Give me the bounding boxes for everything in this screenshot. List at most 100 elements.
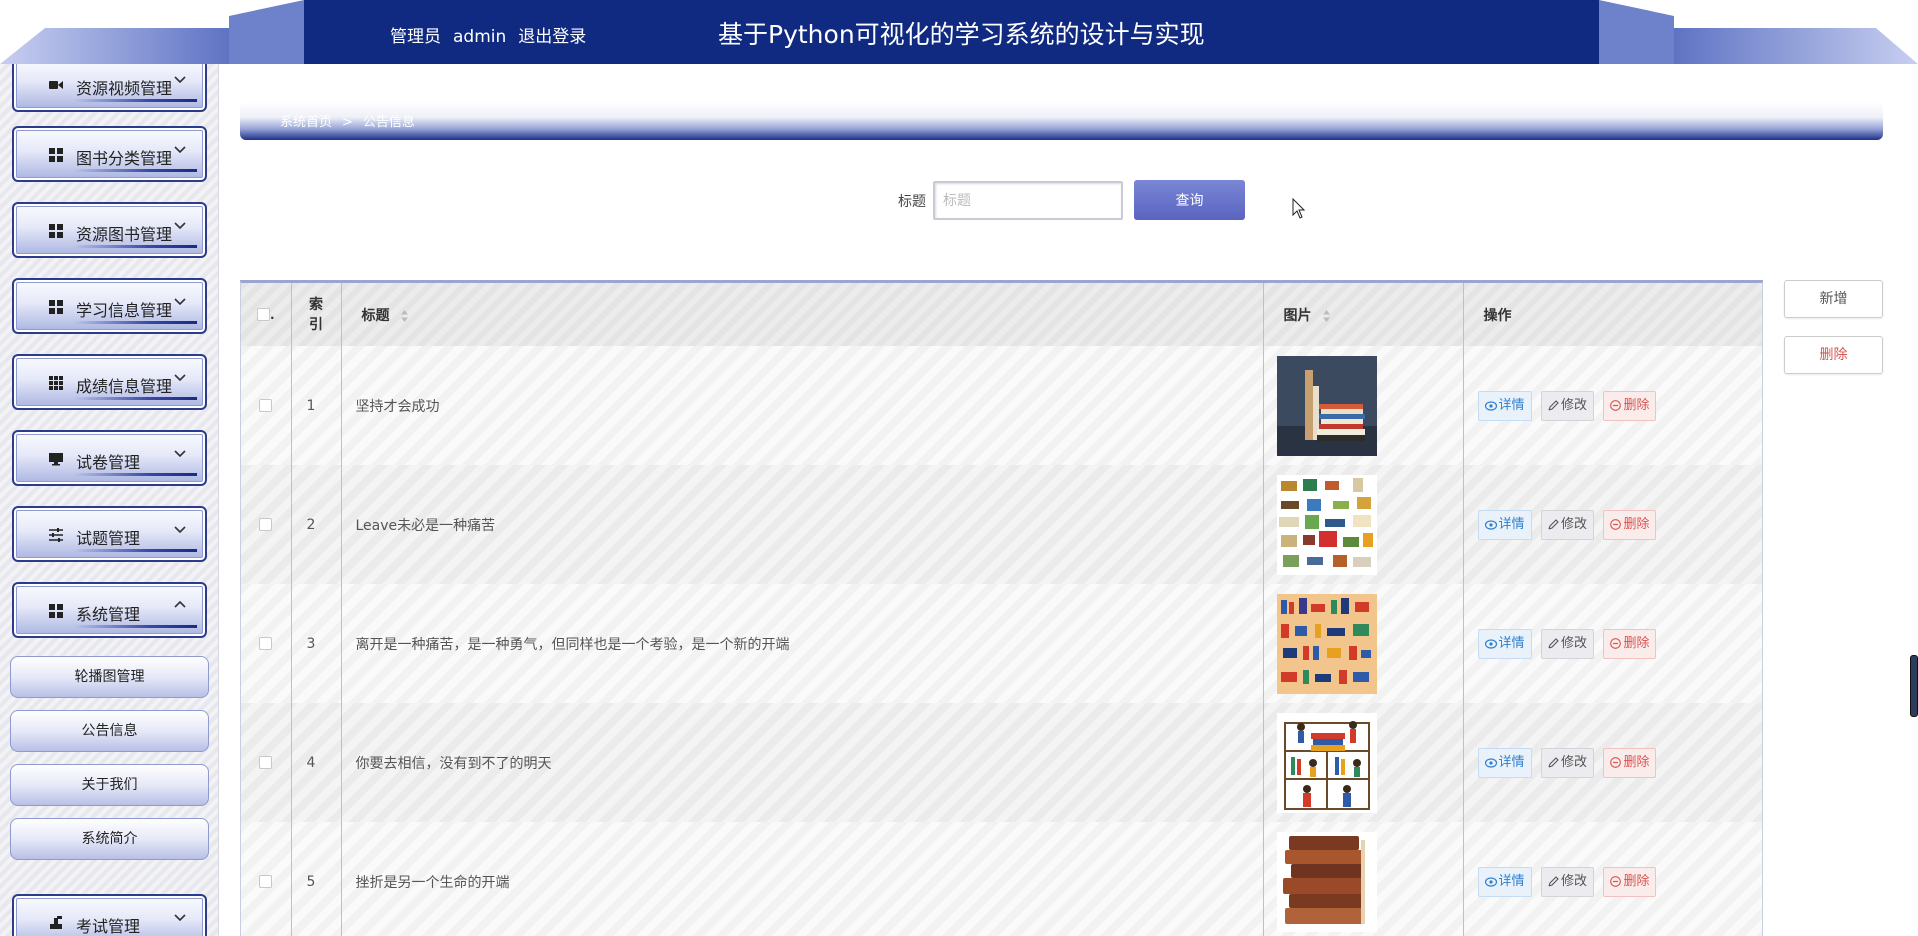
sliders-icon — [49, 528, 63, 542]
edit-label: 修改 — [1560, 397, 1587, 413]
book-stack-photo[interactable] — [1276, 355, 1377, 456]
video-camera-icon — [49, 81, 63, 89]
chevron-down-icon — [174, 450, 186, 458]
pencil-icon — [1548, 518, 1559, 530]
app-title: 基于Python可视化的学习系统的设计与实现 — [718, 20, 1205, 49]
delete-label: 删除 — [1623, 754, 1650, 770]
delete-button[interactable]: 删除 — [1603, 628, 1657, 659]
sidebar-menu-video-resources[interactable]: 资源视频管理 — [12, 64, 207, 112]
sidebar-menu-score-info[interactable]: 成绩信息管理 — [12, 354, 207, 410]
edit-label: 修改 — [1560, 873, 1587, 889]
detail-label: 详情 — [1498, 754, 1525, 770]
mouse-cursor-icon — [1292, 198, 1306, 219]
detail-button[interactable]: 详情 — [1477, 628, 1532, 659]
edit-button[interactable]: 修改 — [1540, 628, 1594, 659]
row-index: 3 — [291, 584, 342, 703]
delete-button[interactable]: 删除 — [1603, 509, 1657, 540]
table-row: 3 离开是一种痛苦，是一种勇气，但同样也是一个考验，是一个新的开端 详情 修改 … — [241, 584, 1762, 703]
row-checkbox[interactable] — [259, 756, 273, 769]
breadcrumb-separator: > — [342, 115, 353, 130]
column-header-operations: 操作 — [1483, 307, 1512, 324]
row-operations: 详情 修改 删除 — [1463, 465, 1762, 584]
edit-label: 修改 — [1560, 754, 1587, 770]
sidebar-menu-study-info[interactable]: 学习信息管理 — [12, 278, 207, 334]
pencil-icon — [1548, 756, 1559, 768]
grid-icon — [49, 224, 63, 238]
edit-button[interactable]: 修改 — [1540, 509, 1594, 540]
sidebar-subitem-carousel[interactable]: 轮播图管理 — [10, 656, 209, 698]
logout-link[interactable]: 退出登录 — [518, 27, 586, 47]
sidebar-menu-label: 试卷管理 — [76, 453, 141, 472]
old-books-stack[interactable] — [1276, 831, 1377, 932]
delete-label: 删除 — [1623, 873, 1650, 889]
sidebar-subitem-announcements[interactable]: 公告信息 — [10, 710, 209, 752]
sidebar-subitem-about-us[interactable]: 关于我们 — [10, 764, 209, 806]
sidebar-menu-system[interactable]: 系统管理 — [12, 582, 207, 638]
detail-label: 详情 — [1498, 635, 1525, 651]
column-header-index: 索引 — [291, 283, 342, 346]
search-button[interactable]: 查询 — [1134, 180, 1245, 220]
column-header-index-label: 索引 — [309, 296, 323, 333]
add-button[interactable]: 新增 — [1784, 280, 1883, 318]
sidebar-menu-book-resources[interactable]: 资源图书管理 — [12, 202, 207, 258]
detail-button[interactable]: 详情 — [1477, 866, 1532, 897]
search-title-input[interactable] — [933, 181, 1123, 220]
sidebar-menu-exam-papers[interactable]: 试卷管理 — [12, 430, 207, 486]
row-checkbox[interactable] — [259, 518, 273, 531]
bookshelf-illustration[interactable] — [1276, 593, 1377, 694]
delete-button[interactable]: 删除 — [1603, 747, 1657, 778]
column-header-image-label: 图片 — [1283, 307, 1312, 324]
detail-button[interactable]: 详情 — [1477, 509, 1532, 540]
chevron-down-icon — [174, 222, 186, 230]
row-title: 坚持才会成功 — [341, 346, 1264, 465]
library-people-illustration[interactable] — [1276, 712, 1377, 813]
column-header-image[interactable]: 图片 — [1263, 283, 1464, 346]
chevron-up-icon — [174, 600, 186, 608]
breadcrumb-home-link[interactable]: 系统首页 — [280, 115, 332, 130]
top-header: 管理员 admin 退出登录 基于Python可视化的学习系统的设计与实现 — [0, 0, 1918, 64]
row-checkbox[interactable] — [259, 399, 273, 412]
sort-icon[interactable] — [1322, 309, 1331, 323]
pencil-icon — [1548, 399, 1559, 411]
username-label: admin — [453, 27, 507, 47]
delete-button[interactable]: 删除 — [1603, 390, 1657, 421]
detail-label: 详情 — [1498, 397, 1525, 413]
page-scrollbar[interactable] — [1910, 655, 1918, 717]
row-checkbox[interactable] — [259, 875, 273, 888]
detail-button[interactable]: 详情 — [1477, 747, 1532, 778]
table-header-row: . 索引 标题 图片 操作 — [241, 283, 1762, 346]
sidebar-menu-book-category[interactable]: 图书分类管理 — [12, 126, 207, 182]
delete-button[interactable]: 删除 — [1603, 866, 1657, 897]
stamp-icon — [50, 916, 62, 929]
row-title: 离开是一种痛苦，是一种勇气，但同样也是一个考验，是一个新的开端 — [341, 584, 1264, 703]
row-index: 2 — [291, 465, 342, 584]
grid-nine-icon — [49, 376, 63, 390]
edit-button[interactable]: 修改 — [1540, 390, 1594, 421]
eye-icon — [1484, 400, 1497, 411]
edit-button[interactable]: 修改 — [1540, 866, 1594, 897]
books-collage[interactable] — [1276, 474, 1377, 575]
detail-button[interactable]: 详情 — [1477, 390, 1532, 421]
sidebar-subitem-system-intro[interactable]: 系统简介 — [10, 818, 209, 860]
sort-icon[interactable] — [400, 309, 409, 323]
breadcrumb-current: 公告信息 — [362, 115, 415, 130]
column-header-title[interactable]: 标题 — [341, 283, 1264, 346]
chevron-down-icon — [174, 146, 186, 154]
delete-label: 删除 — [1623, 516, 1650, 532]
detail-label: 详情 — [1498, 873, 1525, 889]
sidebar-menu-label: 考试管理 — [76, 917, 141, 936]
row-title: 挫折是另一个生命的开端 — [341, 822, 1264, 936]
sidebar-menu-exam-management[interactable]: 考试管理 — [12, 894, 207, 936]
delete-selected-button[interactable]: 删除 — [1784, 336, 1883, 374]
sidebar-menu-questions[interactable]: 试题管理 — [12, 506, 207, 562]
edit-button[interactable]: 修改 — [1540, 747, 1594, 778]
table-row: 4 你要去相信，没有到不了的明天 详情 修改 删除 — [241, 703, 1762, 822]
row-checkbox[interactable] — [259, 637, 273, 650]
minus-circle-icon — [1610, 399, 1622, 411]
grid-icon — [49, 148, 63, 162]
row-index: 1 — [291, 346, 342, 465]
eye-icon — [1484, 519, 1497, 530]
edit-label: 修改 — [1560, 516, 1587, 532]
select-all-checkbox[interactable] — [256, 308, 270, 321]
grid-icon — [49, 604, 63, 618]
